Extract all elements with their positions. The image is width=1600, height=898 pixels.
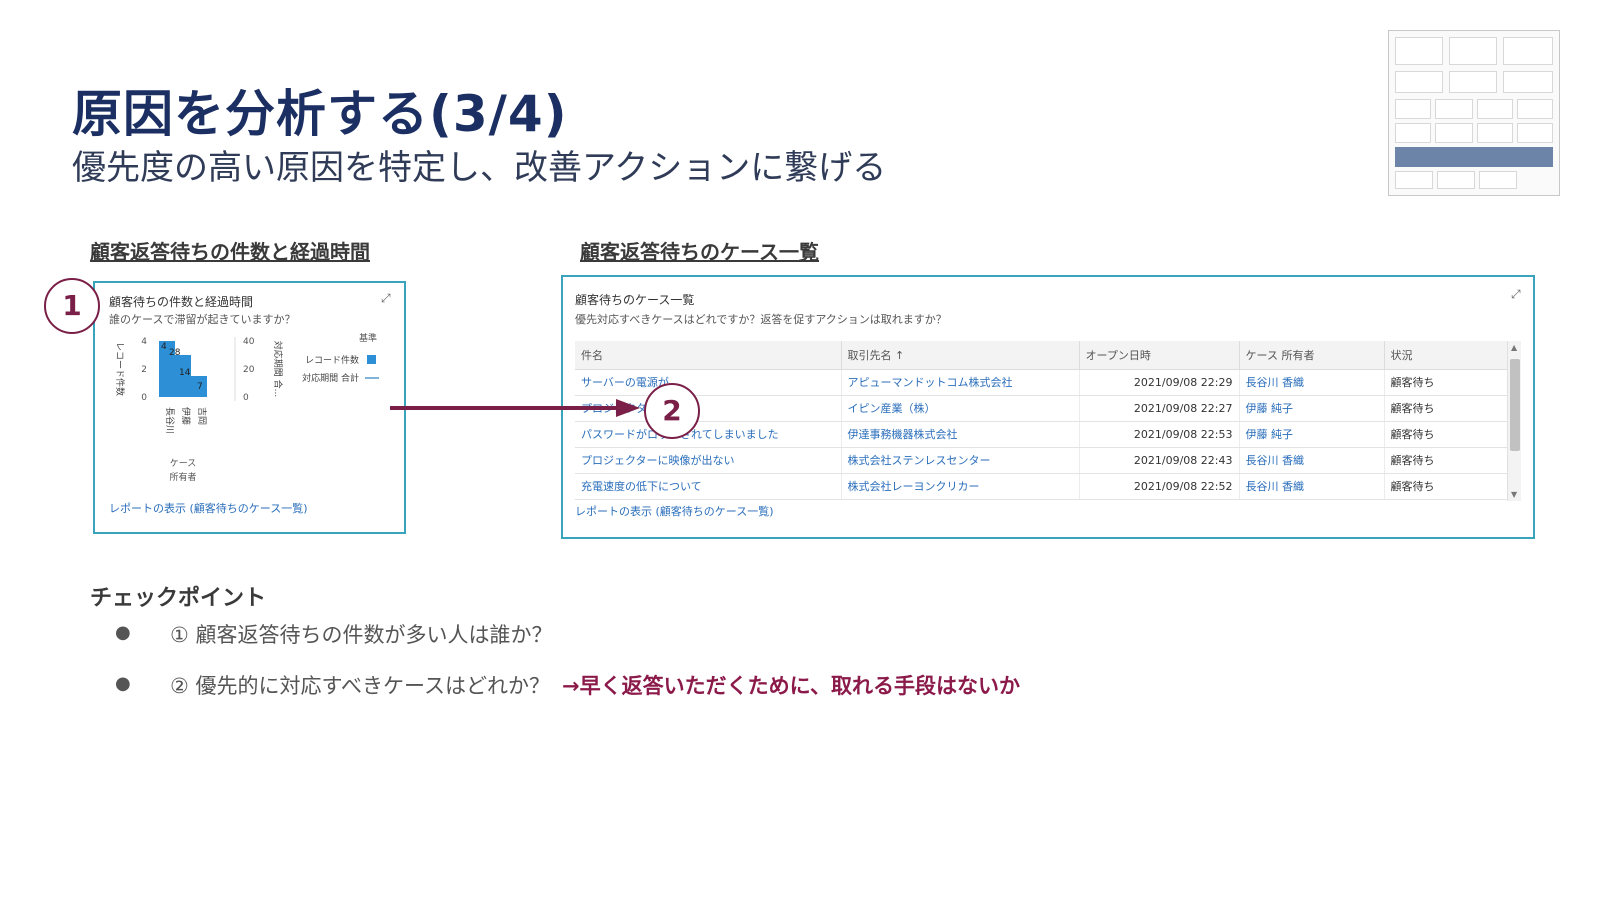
owner-link[interactable]: 長谷川 香織 — [1239, 447, 1385, 474]
status-text: 顧客待ち — [1384, 369, 1509, 396]
owner-link[interactable]: 長谷川 香織 — [1239, 473, 1385, 500]
col-header-opened[interactable]: オープン日時 — [1079, 341, 1240, 370]
case-subject-link[interactable]: サーバーの電源が — [575, 369, 842, 396]
checkpoint-item-1: ① 顧客返答待ちの件数が多い人は誰か？ — [170, 619, 553, 649]
data-label: 28 — [169, 348, 181, 358]
table-row: 充電速度の低下について 株式会社レーヨンクリカー 2021/09/08 22:5… — [575, 473, 1509, 500]
opened-date: 2021/09/08 22:52 — [1079, 473, 1240, 500]
scroll-up-icon[interactable]: ▲ — [1511, 343, 1517, 352]
x-tick-label: 長谷川 — [164, 407, 175, 434]
y2-tick-label: 20 — [243, 365, 255, 375]
x-tick-label: 吉岡 — [196, 407, 207, 425]
slide-title: 原因を分析する(3/4) — [72, 85, 568, 143]
y2-tick-label: 40 — [243, 337, 255, 347]
expand-icon[interactable]: ⤢ — [1511, 287, 1521, 302]
account-link[interactable]: 伊達事務機器株式会社 — [841, 421, 1080, 448]
table-row: プロジェクターの イピン産業（株） 2021/09/08 22:27 伊藤 純子… — [575, 395, 1509, 422]
status-text: 顧客待ち — [1384, 473, 1509, 500]
opened-date: 2021/09/08 22:29 — [1079, 369, 1240, 396]
y-tick-label: 0 — [141, 393, 147, 403]
checkpoint-item-2: ② 優先的に対応すべきケースはどれか？ →早く返答いただくために、取れる手段はない… — [170, 670, 1020, 700]
col-header-owner[interactable]: ケース 所有者 — [1239, 341, 1385, 370]
dashboard-thumbnail — [1388, 30, 1560, 196]
step-badge-2: 2 — [644, 383, 700, 439]
owner-link[interactable]: 伊藤 純子 — [1239, 421, 1385, 448]
x-tick-label: 伊藤 — [180, 407, 192, 425]
case-list-subtitle: 優先対応すべきケースはどれですか？返答を促すアクションは取れますか？ — [575, 313, 947, 326]
y2-tick-label: 0 — [243, 393, 249, 403]
status-text: 顧客待ち — [1384, 447, 1509, 474]
bullet-dot: ● — [115, 622, 131, 643]
bullet-dot: ● — [115, 673, 131, 694]
x-axis-label-line2: 所有者 — [169, 471, 196, 483]
scroll-down-icon[interactable]: ▼ — [1511, 490, 1517, 499]
data-label: 14 — [179, 368, 191, 378]
owner-link[interactable]: 長谷川 香織 — [1239, 369, 1385, 396]
case-list-card: 顧客待ちのケース一覧 優先対応すべきケースはどれですか？返答を促すアクションは取… — [561, 275, 1535, 539]
checkpoint-emphasis: →早く返答いただくために、取れる手段はないか — [561, 674, 1020, 698]
legend-title: 基準 — [359, 332, 377, 344]
col-header-status[interactable]: 状況 — [1384, 341, 1509, 370]
owner-link[interactable]: 伊藤 純子 — [1239, 395, 1385, 422]
case-subject-link[interactable]: パスワードがロックされてしまいました — [575, 421, 842, 448]
y-tick-label: 2 — [141, 365, 147, 375]
opened-date: 2021/09/08 22:27 — [1079, 395, 1240, 422]
y-tick-label: 4 — [141, 337, 147, 347]
case-list-report-link[interactable]: レポートの表示 (顧客待ちのケース一覧) — [575, 503, 774, 519]
account-link[interactable]: アピューマンドットコム株式会社 — [841, 369, 1080, 396]
data-label: 4 — [161, 342, 167, 352]
legend-label: 対応期間 合計 — [302, 372, 359, 384]
table-scrollbar[interactable]: ▲ ▼ — [1507, 341, 1521, 501]
right-arrow — [390, 399, 640, 417]
wait-count-chart: レコード件数 対応期間 合...42040200長谷川 伊藤 吉岡428147ケース所… — [114, 332, 379, 483]
account-link[interactable]: イピン産業（株） — [841, 395, 1080, 422]
checkpoint-title: チェックポイント — [90, 586, 267, 611]
col-header-subject[interactable]: 件名 — [575, 341, 842, 370]
legend-swatch — [367, 355, 376, 364]
account-link[interactable]: 株式会社レーヨンクリカー — [841, 473, 1080, 500]
step-badge-1: 1 — [44, 278, 100, 334]
case-subject-link[interactable]: 充電速度の低下について — [575, 473, 842, 500]
wait-count-chart-card: 顧客待ちの件数と経過時間 誰のケースで滞留が起きていますか？ ⤢ レコード件数対… — [93, 281, 406, 534]
data-label: 7 — [197, 382, 203, 392]
table-row: パスワードがロックされてしまいました 伊達事務機器株式会社 2021/09/08… — [575, 421, 1509, 448]
legend-label: レコード件数 — [305, 354, 359, 366]
right-section-heading: 顧客返答待ちのケース一覧 — [580, 240, 819, 264]
case-list-title: 顧客待ちのケース一覧 — [575, 293, 695, 307]
table-row: サーバーの電源が アピューマンドットコム株式会社 2021/09/08 22:2… — [575, 369, 1509, 396]
left-section-heading: 顧客返答待ちの件数と経過時間 — [90, 240, 370, 264]
scrollbar-thumb[interactable] — [1510, 359, 1520, 451]
slide-subtitle: 優先度の高い原因を特定し、改善アクションに繋げる — [72, 148, 887, 188]
y-axis-label: レコード件数 — [114, 342, 126, 396]
table-row: プロジェクターに映像が出ない 株式会社ステンレスセンター 2021/09/08 … — [575, 447, 1509, 474]
y2-axis-label: 対応期間 合... — [272, 341, 284, 397]
case-table: 件名 取引先名 ↑ オープン日時 ケース 所有者 状況 サーバーの電源が アピュ… — [575, 341, 1509, 500]
col-header-account[interactable]: 取引先名 ↑ — [841, 341, 1080, 370]
status-text: 顧客待ち — [1384, 421, 1509, 448]
account-link[interactable]: 株式会社ステンレスセンター — [841, 447, 1080, 474]
case-subject-link[interactable]: プロジェクターに映像が出ない — [575, 447, 842, 474]
checkpoint-text: ② 優先的に対応すべきケースはどれか？ — [170, 674, 550, 698]
x-axis-label-line1: ケース — [170, 458, 197, 469]
status-text: 顧客待ち — [1384, 395, 1509, 422]
chart-report-link[interactable]: レポートの表示 (顧客待ちのケース一覧) — [109, 500, 308, 516]
opened-date: 2021/09/08 22:53 — [1079, 421, 1240, 448]
checkpoint-text: ① 顧客返答待ちの件数が多い人は誰か？ — [170, 623, 553, 647]
opened-date: 2021/09/08 22:43 — [1079, 447, 1240, 474]
